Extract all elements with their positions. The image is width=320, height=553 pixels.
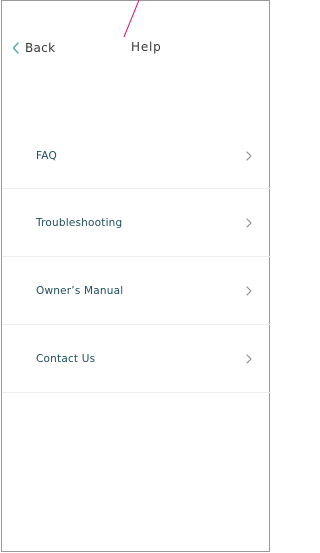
chevron-right-icon bbox=[246, 217, 252, 228]
chevron-right-icon bbox=[246, 353, 252, 364]
menu-item-label: FAQ bbox=[36, 150, 57, 162]
menu-item-troubleshooting[interactable]: Troubleshooting bbox=[2, 189, 271, 257]
help-menu: FAQ Troubleshooting Owner’s Manual Conta… bbox=[2, 124, 271, 393]
menu-item-faq[interactable]: FAQ bbox=[2, 124, 271, 189]
menu-item-label: Troubleshooting bbox=[36, 216, 123, 229]
top-bar: Back Help bbox=[2, 31, 271, 65]
chevron-right-icon bbox=[246, 151, 252, 161]
chevron-left-icon bbox=[12, 42, 20, 54]
menu-item-contact-us[interactable]: Contact Us bbox=[2, 325, 271, 393]
menu-item-label: Owner’s Manual bbox=[36, 284, 124, 297]
menu-item-label: Contact Us bbox=[36, 352, 96, 365]
menu-item-owners-manual[interactable]: Owner’s Manual bbox=[2, 257, 271, 325]
chevron-right-icon bbox=[246, 285, 252, 296]
back-label: Back bbox=[25, 41, 56, 55]
phone-frame: Back Help FAQ Troubleshooting Owner’s Ma… bbox=[1, 0, 271, 552]
back-button[interactable]: Back bbox=[12, 39, 55, 57]
page-title: Help bbox=[131, 40, 162, 54]
